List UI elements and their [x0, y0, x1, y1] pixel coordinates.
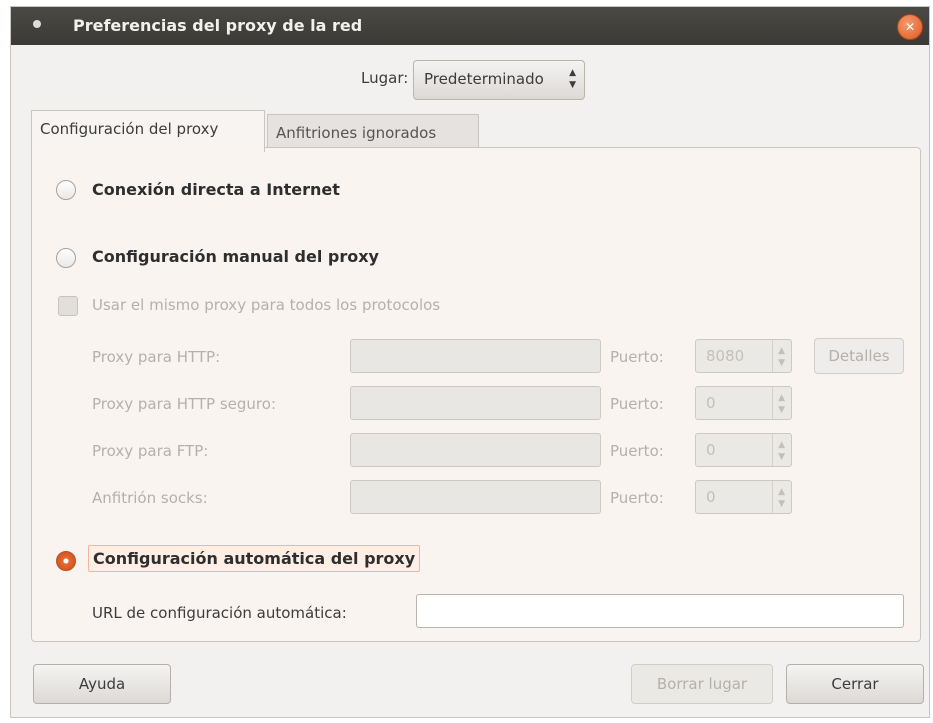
- spinner-divider: [772, 434, 773, 466]
- socks-host-label: Anfitrión socks:: [92, 489, 208, 507]
- socks-host-input[interactable]: [350, 480, 601, 514]
- spinner-arrows-icon[interactable]: ▲ ▼: [778, 486, 785, 510]
- auto-config-url-label: URL de configuración automática:: [92, 604, 347, 622]
- manual-proxy-label[interactable]: Configuración manual del proxy: [92, 247, 379, 266]
- details-button-label: Detalles: [828, 347, 890, 365]
- ftp-proxy-host-input[interactable]: [350, 433, 601, 467]
- location-select[interactable]: Predeterminado ▲ ▼: [413, 60, 585, 100]
- https-proxy-host-input[interactable]: [350, 386, 601, 420]
- spinner-arrows-icon[interactable]: ▲ ▼: [778, 345, 785, 369]
- auto-proxy-radio[interactable]: [56, 551, 76, 571]
- https-port-value: 0: [706, 394, 716, 412]
- tab-label: Anfitriones ignorados: [276, 124, 437, 142]
- http-port-value: 8080: [706, 347, 745, 365]
- details-button[interactable]: Detalles: [814, 338, 904, 374]
- location-selected-value: Predeterminado: [424, 70, 544, 88]
- spinner-divider: [772, 340, 773, 372]
- http-port-spinner[interactable]: 8080 ▲ ▼: [695, 339, 792, 373]
- close-button[interactable]: Cerrar: [786, 664, 924, 704]
- https-port-spinner[interactable]: 0 ▲ ▼: [695, 386, 792, 420]
- location-label: Lugar:: [361, 69, 409, 87]
- window-menu-icon[interactable]: [33, 20, 41, 28]
- spinner-arrows-icon[interactable]: ▲ ▼: [778, 439, 785, 463]
- same-proxy-label: Usar el mismo proxy para todos los proto…: [92, 296, 441, 314]
- tab-label: Configuración del proxy: [40, 120, 219, 138]
- spinner-arrows-icon[interactable]: ▲ ▼: [778, 392, 785, 416]
- close-icon[interactable]: ✕: [897, 14, 923, 40]
- ftp-proxy-label: Proxy para FTP:: [92, 442, 209, 460]
- ftp-port-value: 0: [706, 441, 716, 459]
- same-proxy-checkbox[interactable]: [58, 296, 78, 316]
- socks-port-value: 0: [706, 488, 716, 506]
- help-button[interactable]: Ayuda: [33, 664, 171, 704]
- direct-connection-radio[interactable]: [56, 180, 76, 200]
- titlebar: Preferencias del proxy de la red ✕: [11, 7, 929, 45]
- spinner-divider: [772, 481, 773, 513]
- direct-connection-label[interactable]: Conexión directa a Internet: [92, 180, 340, 199]
- manual-proxy-radio[interactable]: [56, 248, 76, 268]
- auto-config-url-input[interactable]: [416, 594, 904, 628]
- https-port-label: Puerto:: [610, 395, 664, 413]
- ftp-port-spinner[interactable]: 0 ▲ ▼: [695, 433, 792, 467]
- proxy-preferences-window: Preferencias del proxy de la red ✕ Lugar…: [10, 6, 930, 718]
- http-proxy-label: Proxy para HTTP:: [92, 348, 221, 366]
- http-port-label: Puerto:: [610, 348, 664, 366]
- socks-port-spinner[interactable]: 0 ▲ ▼: [695, 480, 792, 514]
- delete-location-button[interactable]: Borrar lugar: [631, 664, 773, 704]
- close-button-label: Cerrar: [831, 675, 879, 693]
- delete-location-button-label: Borrar lugar: [656, 675, 748, 693]
- ftp-port-label: Puerto:: [610, 442, 664, 460]
- spinner-divider: [772, 387, 773, 419]
- window-title: Preferencias del proxy de la red: [73, 16, 363, 35]
- help-button-label: Ayuda: [78, 675, 126, 693]
- https-proxy-label: Proxy para HTTP seguro:: [92, 395, 276, 413]
- proxy-config-panel: Conexión directa a Internet Configuració…: [31, 147, 921, 642]
- http-proxy-host-input[interactable]: [350, 339, 601, 373]
- auto-proxy-label[interactable]: Configuración automática del proxy: [88, 545, 421, 572]
- tab-proxy-configuration[interactable]: Configuración del proxy: [31, 110, 265, 152]
- select-arrows-icon: ▲ ▼: [569, 68, 576, 90]
- socks-port-label: Puerto:: [610, 489, 664, 507]
